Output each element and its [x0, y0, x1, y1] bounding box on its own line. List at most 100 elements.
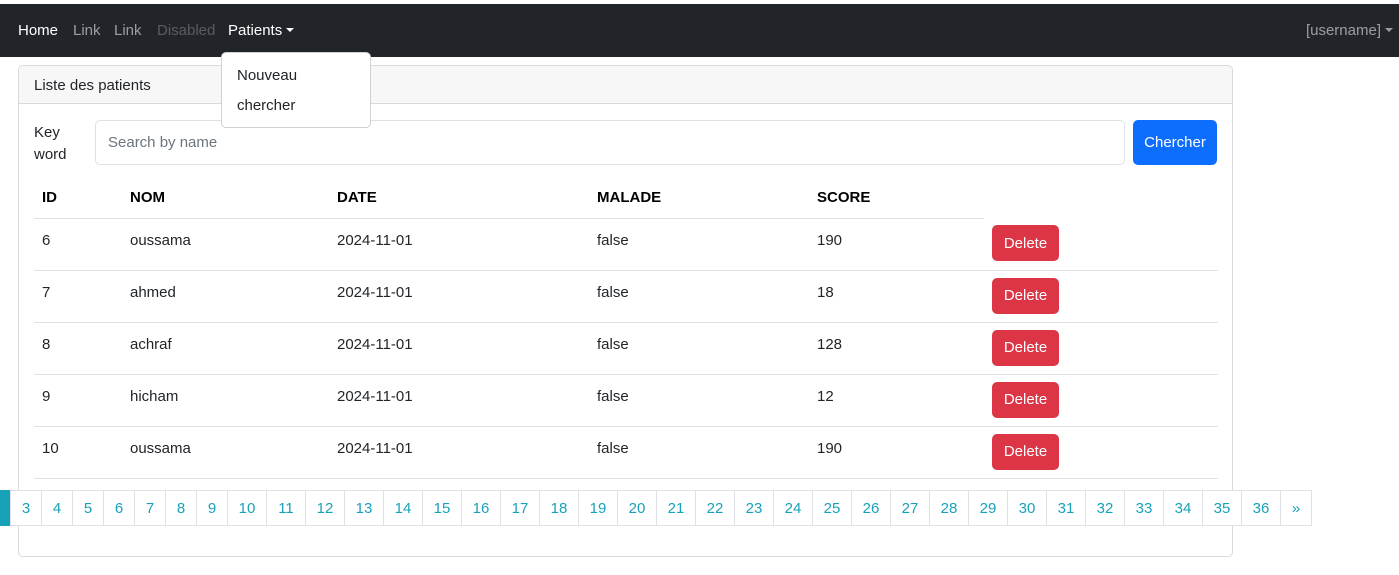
- page-link-22[interactable]: 22: [695, 490, 735, 526]
- page-link-19[interactable]: 19: [578, 490, 618, 526]
- page-link-12[interactable]: 12: [305, 490, 345, 526]
- patients-card: Liste des patients Key word Chercher ID …: [18, 65, 1233, 557]
- delete-button[interactable]: Delete: [992, 329, 1059, 366]
- page-link-33[interactable]: 33: [1124, 490, 1164, 526]
- page-link-26[interactable]: 26: [851, 490, 891, 526]
- delete-button[interactable]: Delete: [992, 277, 1059, 314]
- delete-button[interactable]: Delete: [992, 381, 1059, 418]
- page-link-30[interactable]: 30: [1007, 490, 1047, 526]
- nav-link-home[interactable]: Home: [18, 22, 58, 40]
- cell-date: 2024-11-01: [329, 426, 589, 479]
- nav-link-2[interactable]: Link: [114, 22, 142, 40]
- cell-malade: false: [589, 322, 809, 375]
- cell-actions: Delete: [984, 426, 1218, 479]
- nav-dropdown-patients-label: Patients: [228, 22, 283, 39]
- column-header-nom: NOM: [122, 178, 329, 219]
- table-header-row: ID NOM DATE MALADE SCORE: [34, 178, 1218, 219]
- card-header: Liste des patients: [19, 66, 1232, 104]
- nav-dropdown-patients[interactable]: Patients: [228, 22, 295, 40]
- page-link-11[interactable]: 11: [266, 490, 306, 526]
- cell-malade: false: [589, 270, 809, 323]
- cell-actions: Delete: [984, 322, 1218, 375]
- delete-button[interactable]: Delete: [992, 225, 1059, 261]
- column-header-actions: [984, 178, 1218, 218]
- cell-id: 10: [34, 426, 122, 479]
- page-link-7[interactable]: 7: [134, 490, 166, 526]
- cell-malade: false: [589, 218, 809, 271]
- navbar: Home Link Link Disabled Patients [userna…: [0, 4, 1399, 57]
- cell-nom: achraf: [122, 322, 329, 375]
- table-row: 7 ahmed 2024-11-01 false 18 Delete: [34, 270, 1218, 323]
- cell-nom: hicham: [122, 374, 329, 427]
- pagination: 3 4 5 6 7 8 9 10 11 12 13 14 15 16 17 18 19 20 21 22 23 24 25 2…: [0, 490, 1312, 526]
- page-link-29[interactable]: 29: [968, 490, 1008, 526]
- cell-nom: oussama: [122, 218, 329, 271]
- column-header-id: ID: [34, 178, 122, 219]
- cell-malade: false: [589, 374, 809, 427]
- cell-actions: Delete: [984, 218, 1218, 271]
- nav-link-disabled: Disabled: [157, 22, 216, 39]
- user-menu[interactable]: [username]: [1306, 22, 1393, 39]
- page-link-23[interactable]: 23: [734, 490, 774, 526]
- page-link-3[interactable]: 3: [10, 490, 42, 526]
- cell-nom: ahmed: [122, 270, 329, 323]
- delete-button[interactable]: Delete: [992, 433, 1059, 470]
- page-link-6[interactable]: 6: [103, 490, 135, 526]
- page-link-27[interactable]: 27: [890, 490, 930, 526]
- cell-score: 190: [809, 218, 984, 271]
- page-link-10[interactable]: 10: [227, 490, 267, 526]
- cell-date: 2024-11-01: [329, 218, 589, 271]
- cell-score: 190: [809, 426, 984, 479]
- page-link-15[interactable]: 15: [422, 490, 462, 526]
- cell-id: 8: [34, 322, 122, 375]
- page-link-32[interactable]: 32: [1085, 490, 1125, 526]
- page-link-25[interactable]: 25: [812, 490, 852, 526]
- active-page-marker[interactable]: [0, 490, 10, 526]
- cell-date: 2024-11-01: [329, 270, 589, 323]
- page-next-button[interactable]: »: [1280, 490, 1312, 526]
- nav-link-1[interactable]: Link: [73, 22, 101, 40]
- dropdown-item-nouveau[interactable]: Nouveau: [237, 67, 297, 84]
- page-link-8[interactable]: 8: [165, 490, 197, 526]
- page-link-28[interactable]: 28: [929, 490, 969, 526]
- cell-score: 128: [809, 322, 984, 375]
- column-header-date: DATE: [329, 178, 589, 219]
- caret-down-icon: [286, 28, 295, 32]
- page-link-16[interactable]: 16: [461, 490, 501, 526]
- table-row: 6 oussama 2024-11-01 false 190 Delete: [34, 218, 1218, 271]
- page-link-35[interactable]: 35: [1202, 490, 1242, 526]
- page-link-21[interactable]: 21: [656, 490, 696, 526]
- table-row: 8 achraf 2024-11-01 false 128 Delete: [34, 322, 1218, 375]
- table-row: 10 oussama 2024-11-01 false 190 Delete: [34, 426, 1218, 479]
- page-link-24[interactable]: 24: [773, 490, 813, 526]
- cell-nom: oussama: [122, 426, 329, 479]
- page-link-14[interactable]: 14: [383, 490, 423, 526]
- keyword-label: Key word: [34, 124, 67, 163]
- page-link-31[interactable]: 31: [1046, 490, 1086, 526]
- user-menu-label: [username]: [1305, 22, 1381, 39]
- page-link-18[interactable]: 18: [539, 490, 579, 526]
- cell-date: 2024-11-01: [329, 322, 589, 375]
- search-button[interactable]: Chercher: [1133, 120, 1217, 165]
- cell-actions: Delete: [984, 374, 1218, 427]
- table-row: 9 hicham 2024-11-01 false 12 Delete: [34, 374, 1218, 427]
- patients-dropdown-menu: Nouveau chercher: [221, 52, 371, 128]
- cell-date: 2024-11-01: [329, 374, 589, 427]
- cell-actions: Delete: [984, 270, 1218, 323]
- page-link-9[interactable]: 9: [196, 490, 228, 526]
- patients-table: ID NOM DATE MALADE SCORE 6 oussama 2024-…: [34, 178, 1218, 479]
- column-header-score: SCORE: [809, 178, 984, 219]
- cell-id: 6: [34, 218, 122, 271]
- dropdown-item-chercher[interactable]: chercher: [237, 97, 295, 114]
- page-link-4[interactable]: 4: [41, 490, 73, 526]
- cell-score: 18: [809, 270, 984, 323]
- caret-down-icon: [1385, 28, 1393, 32]
- page-link-17[interactable]: 17: [500, 490, 540, 526]
- page-link-34[interactable]: 34: [1163, 490, 1203, 526]
- page-link-13[interactable]: 13: [344, 490, 384, 526]
- cell-score: 12: [809, 374, 984, 427]
- page-link-5[interactable]: 5: [72, 490, 104, 526]
- page-link-36[interactable]: 36: [1241, 490, 1281, 526]
- cell-id: 9: [34, 374, 122, 427]
- page-link-20[interactable]: 20: [617, 490, 657, 526]
